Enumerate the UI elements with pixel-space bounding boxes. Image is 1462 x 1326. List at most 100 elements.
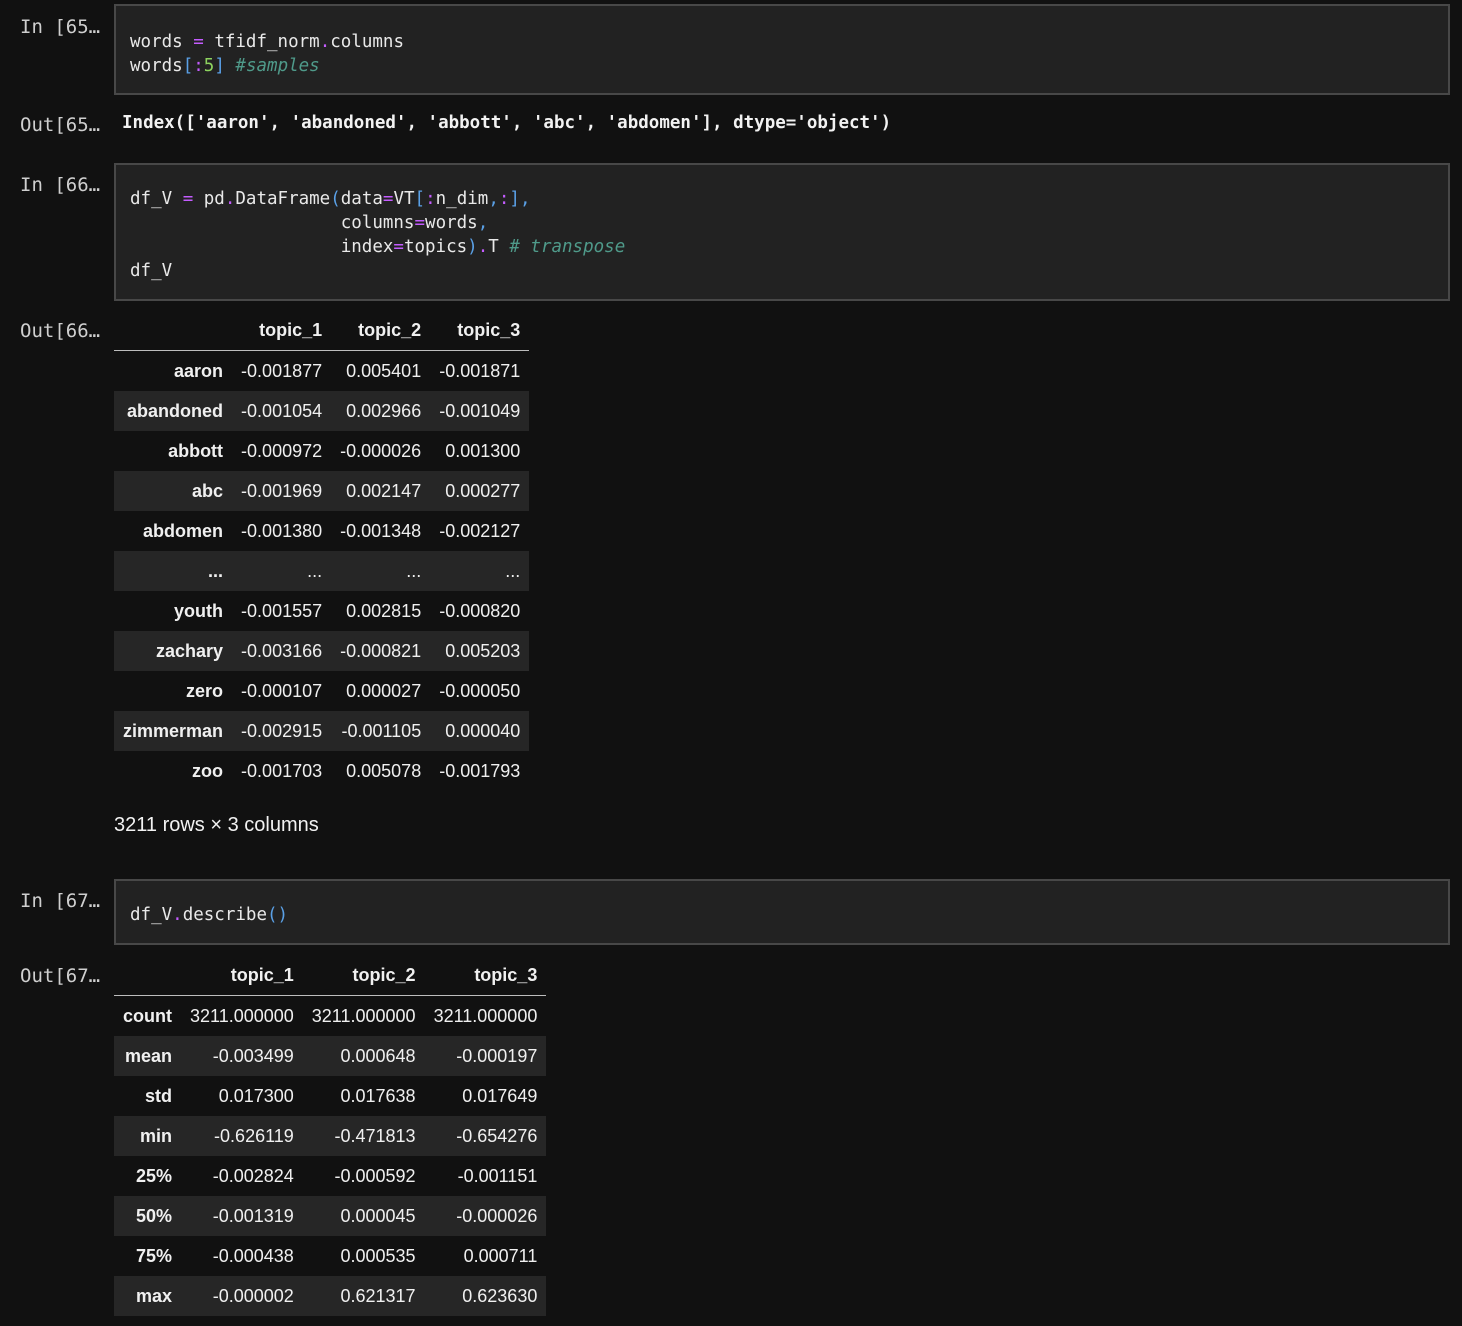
row-index-label: max (135, 1285, 172, 1306)
table-row: max -0.000002 0.621317 0.623630 (114, 1276, 547, 1316)
input-prompt-65: In [65… (20, 16, 101, 38)
code-editor-67[interactable]: df_V.describe() (130, 903, 288, 927)
table-header-row: topic_1 topic_2 topic_3 (114, 310, 530, 351)
table-row: count 3211.000000 3211.000000 3211.000000 (114, 996, 546, 1037)
row-index-label: zoo (192, 760, 224, 781)
table-cell: -0.000592 (334, 1165, 416, 1186)
code-line: index=topics).T # transpose (130, 237, 626, 257)
table-row: zero -0.000107 0.000027 -0.000050 (114, 671, 529, 711)
code-line: words[:5] #samples (130, 56, 320, 76)
table-cell: -0.000050 (439, 680, 521, 701)
row-index-label: 25% (135, 1165, 172, 1186)
table-cell: 0.005078 (346, 760, 422, 781)
code-editor-65[interactable]: words = tfidf_norm.columns words[:5] #sa… (130, 30, 404, 78)
code-cell-66[interactable]: df_V = pd.DataFrame(data=VT[:n_dim,:], c… (114, 163, 1450, 301)
table-cell: -0.002824 (212, 1165, 294, 1186)
table-cell: 0.002147 (346, 480, 422, 501)
row-index-label: aaron (174, 360, 224, 381)
table-cell: -0.001380 (241, 520, 323, 541)
table-row: zimmerman -0.002915 -0.001105 0.000040 (114, 711, 530, 751)
table-row: abbott -0.000972 -0.000026 0.001300 (114, 431, 529, 471)
table-row: abandoned -0.001054 0.002966 -0.001049 (114, 391, 530, 431)
table-cell: -0.000821 (340, 640, 422, 661)
column-header: topic_2 (331, 310, 431, 351)
table-cell: 0.005401 (346, 360, 422, 381)
table-cell: 0.000711 (463, 1245, 538, 1266)
index-header (114, 955, 181, 996)
table-cell: 0.000535 (340, 1245, 416, 1266)
table-row: zoo -0.001703 0.005078 -0.001793 (114, 751, 529, 791)
table-cell: -0.000438 (212, 1245, 294, 1266)
table-cell: -0.001877 (241, 360, 323, 381)
row-index-label: zero (186, 680, 224, 701)
table-cell: 0.002815 (346, 600, 422, 621)
table-cell: -0.001049 (439, 400, 521, 421)
table-cell: -0.002127 (439, 520, 521, 541)
table-cell: 0.623630 (462, 1285, 538, 1306)
table-cell: -0.000107 (241, 680, 323, 701)
output-prompt-67: Out[67… (20, 965, 101, 987)
table-cell: ... (307, 560, 323, 581)
table-cell: 0.000045 (340, 1205, 416, 1226)
table-row: youth -0.001557 0.002815 -0.000820 (114, 591, 529, 631)
row-index-label: ... (208, 560, 224, 581)
table-cell: -0.000820 (439, 600, 521, 621)
table-cell: 0.017638 (340, 1085, 416, 1106)
column-header: topic_1 (181, 955, 303, 996)
table-cell: -0.001557 (241, 600, 323, 621)
code-cell-65[interactable]: words = tfidf_norm.columns words[:5] #sa… (114, 4, 1450, 95)
table-cell: 0.000040 (445, 720, 521, 741)
row-index-label: abandoned (127, 400, 224, 421)
table-cell: 0.001300 (445, 440, 521, 461)
table-cell: -0.000972 (241, 440, 323, 461)
table-row: zachary -0.003166 -0.000821 0.005203 (114, 631, 530, 671)
table-cell: -0.001319 (212, 1205, 294, 1226)
table-cell: 0.621317 (340, 1285, 416, 1306)
table-cell: -0.626119 (214, 1125, 294, 1146)
table-cell: 0.002966 (346, 400, 422, 421)
table-cell: -0.001871 (439, 360, 521, 381)
index-header (114, 310, 233, 351)
dataframe-table-67: topic_1 topic_2 topic_3 count 3211.000000… (114, 955, 547, 1316)
table-row: aaron -0.001877 0.005401 -0.001871 (114, 351, 529, 392)
dataframe-table-66: topic_1 topic_2 topic_3 aaron -0.001877 0.… (114, 310, 530, 791)
row-index-label: zimmerman (123, 720, 224, 741)
table-cell: -0.000002 (212, 1285, 294, 1306)
code-editor-66[interactable]: df_V = pd.DataFrame(data=VT[:n_dim,:], c… (130, 187, 625, 283)
dataframe-shape-label: 3211 rows × 3 columns (114, 814, 319, 836)
code-cell-67[interactable]: df_V.describe() (114, 879, 1450, 945)
input-prompt-66: In [66… (20, 174, 101, 196)
table-row: std 0.017300 0.017638 0.017649 (114, 1076, 546, 1116)
table-cell: -0.000197 (456, 1045, 538, 1066)
table-row: min -0.626119 -0.471813 -0.654276 (114, 1116, 547, 1156)
table-cell: 3211.000000 (190, 1005, 294, 1026)
table-cell: -0.000026 (456, 1205, 538, 1226)
table-cell: -0.001054 (241, 400, 323, 421)
column-header: topic_3 (430, 310, 530, 351)
table-cell: ... (505, 560, 521, 581)
row-index-label: 75% (135, 1245, 172, 1266)
table-cell: -0.000026 (340, 440, 422, 461)
table-cell: -0.001793 (439, 760, 521, 781)
table-cell: 0.017649 (462, 1085, 538, 1106)
table-cell: ... (406, 560, 422, 581)
row-index-label: abc (192, 480, 224, 501)
code-line: df_V (130, 261, 173, 281)
row-index-label: min (139, 1125, 172, 1146)
table-cell: -0.001348 (340, 520, 422, 541)
table-cell: -0.001969 (241, 480, 323, 501)
column-header: topic_2 (302, 955, 425, 996)
table-cell: 0.000648 (340, 1045, 416, 1066)
table-row: ............ (114, 551, 530, 591)
row-index-label: mean (124, 1045, 172, 1066)
table-cell: -0.654276 (456, 1125, 538, 1146)
table-cell: 3211.000000 (311, 1005, 416, 1026)
row-index-label: youth (174, 600, 224, 621)
output-prompt-65: Out[65… (20, 114, 101, 136)
code-line: df_V = pd.DataFrame(data=VT[:n_dim,:], (130, 189, 531, 209)
column-header: topic_1 (232, 310, 332, 351)
table-row: 25% -0.002824 -0.000592 -0.001151 (114, 1156, 546, 1196)
output-text-65: Index(['aaron', 'abandoned', 'abbott', '… (122, 113, 892, 133)
code-line: df_V.describe() (130, 905, 289, 925)
code-line: columns=words, (130, 213, 489, 233)
